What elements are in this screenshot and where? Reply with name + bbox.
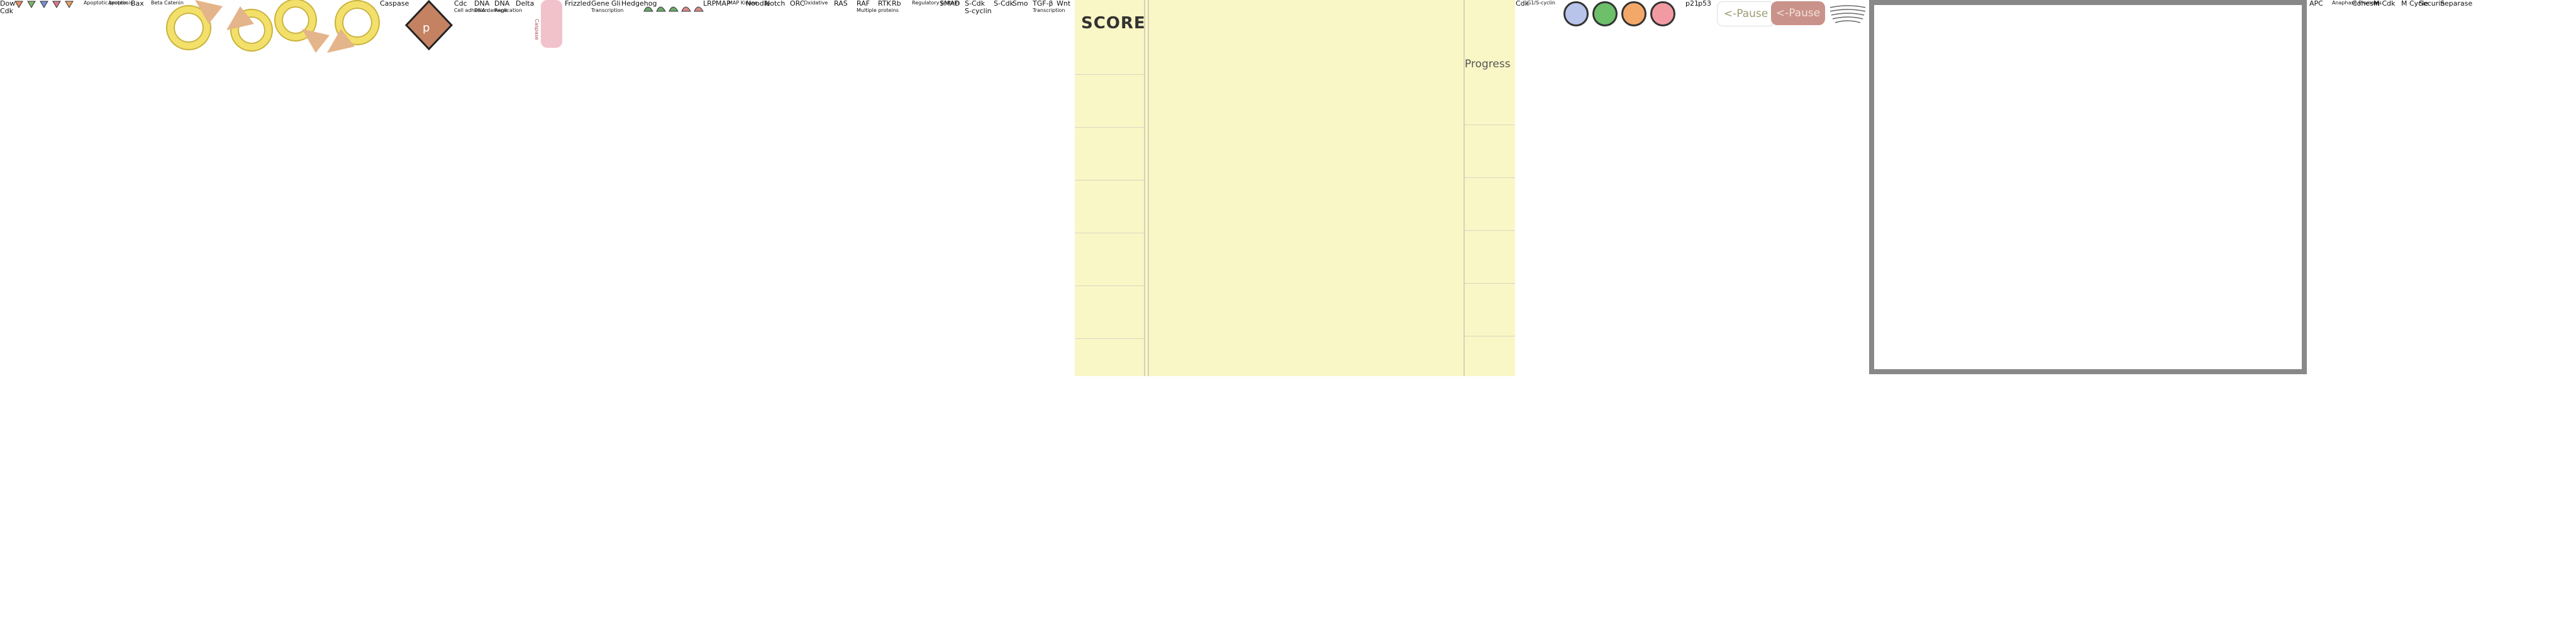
game-board: SCORE Progress [1075,0,1515,376]
green-leaf-icons [643,6,704,12]
pause-button-2[interactable]: <-Pause [1771,1,1825,25]
strip-label[interactable]: SMAD [940,0,960,8]
strip-label[interactable]: p21 [1685,0,1699,8]
color-button-orange[interactable] [1621,1,1646,26]
strip-label[interactable]: Rb [892,0,901,8]
strip-label[interactable]: ORC [790,0,804,8]
strip-label[interactable]: RTK [878,0,891,8]
pink-card[interactable] [536,0,567,52]
cone-piece[interactable] [195,0,223,24]
strip-label[interactable]: S-cyclin [965,8,992,15]
strip-label[interactable]: LRP [703,0,716,8]
strip-label[interactable]: Oxidative [804,0,828,6]
progress-title: Progress [1465,58,1511,70]
strip-label[interactable]: Separase [2440,0,2472,8]
progress-slot [1465,177,1515,178]
scribble-icon [1829,5,1866,23]
strip-label[interactable]: DNA [494,0,509,8]
strip-label[interactable]: Transcription [591,8,623,13]
strip-label[interactable]: Gene [591,0,609,8]
cone-piece[interactable] [327,29,355,53]
strip-label[interactable]: TGF-β [1033,0,1053,8]
color-button-green[interactable] [1592,1,1618,26]
progress-column: Progress [1465,0,1515,376]
strip-label[interactable]: DNA [474,0,489,8]
strip-label[interactable]: Frizzled [565,0,591,8]
strip-label[interactable]: Multiple proteins [857,8,899,13]
cone-decorations [195,0,355,53]
strip-label[interactable]: Cdc [454,0,467,8]
play-area[interactable] [1148,0,1465,376]
strip-label[interactable]: RAF [857,0,870,8]
progress-slot [1465,283,1515,284]
strip-label[interactable]: Smo [1013,0,1028,8]
color-button-blue[interactable] [1563,1,1589,26]
pink-card-label: Caspase [534,19,540,40]
preview-canvas[interactable] [1869,0,2307,374]
strip-label[interactable]: Delta [516,0,534,8]
score-slot [1075,127,1144,128]
progress-slot [1465,230,1515,231]
score-slot [1075,74,1144,75]
strip-label[interactable]: Wnt [1057,0,1070,8]
cone-piece[interactable] [302,29,330,53]
cone-piece[interactable] [226,6,254,30]
score-slot [1075,338,1144,339]
score-column: SCORE [1075,0,1145,376]
strip-label[interactable]: S-Cdk [994,0,1014,8]
strip-label[interactable]: G1/S-cyclin [1527,0,1555,6]
diamond-piece[interactable]: p [404,0,454,50]
strip-label[interactable]: Transcription [1033,8,1065,13]
strip-label[interactable]: RAS [834,0,848,8]
strip-label[interactable]: Gli [611,0,621,8]
pause-button-1[interactable]: <-Pause [1717,1,1775,26]
strip-label[interactable]: Replication [494,8,522,13]
strip-label[interactable]: M-Cdk [2373,0,2396,8]
color-button-red[interactable] [1650,1,1675,26]
strip-label[interactable]: APC [2309,0,2323,8]
strip-label[interactable]: p53 [1698,0,1711,8]
strip-label[interactable]: Notch [765,0,785,8]
score-title: SCORE [1081,14,1146,33]
diamond-label: p [423,21,430,35]
